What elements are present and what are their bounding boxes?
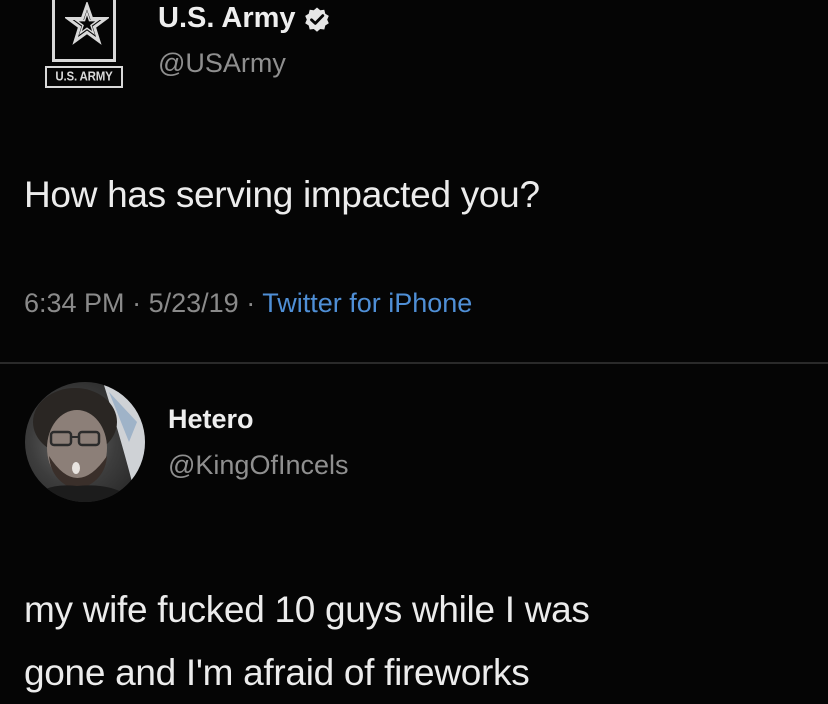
tweet-text: How has serving impacted you? xyxy=(24,174,540,215)
reply-text-line: gone and I'm afraid of fireworks xyxy=(24,652,530,693)
main-tweet: U.S. ARMY U.S. Army @USArmy How has serv… xyxy=(0,0,828,362)
star-icon xyxy=(65,2,109,45)
tweet-source-link[interactable]: Twitter for iPhone xyxy=(262,288,472,318)
tweet-time[interactable]: 6:34 PM xyxy=(24,288,125,318)
reply-author-avatar[interactable] xyxy=(25,382,145,502)
reply-author-display-name[interactable]: Hetero xyxy=(168,404,254,435)
verified-check-icon xyxy=(304,7,329,32)
tweet-metadata: 6:34 PM · 5/23/19 · Twitter for iPhone xyxy=(24,288,472,319)
author-display-name[interactable]: U.S. Army xyxy=(158,2,330,35)
army-logo-label-box: U.S. ARMY xyxy=(45,66,123,88)
army-logo-label: U.S. ARMY xyxy=(55,70,113,84)
author-handle[interactable]: @USArmy xyxy=(158,48,286,79)
tweet-date[interactable]: 5/23/19 xyxy=(149,288,239,318)
reply-text-line: my wife fucked 10 guys while I was xyxy=(24,589,590,630)
reply-text: my wife fucked 10 guys while I was gone … xyxy=(24,578,814,704)
meta-separator: · xyxy=(246,288,256,318)
author-name-text: U.S. Army xyxy=(158,2,296,34)
avatar-image xyxy=(25,382,145,502)
army-logo-avatar[interactable]: U.S. ARMY xyxy=(42,0,126,96)
meta-separator: · xyxy=(132,288,142,318)
reply-author-handle[interactable]: @KingOfIncels xyxy=(168,450,348,481)
reply-tweet: Hetero @KingOfIncels my wife fucked 10 g… xyxy=(0,364,828,698)
army-logo-frame xyxy=(52,0,116,62)
